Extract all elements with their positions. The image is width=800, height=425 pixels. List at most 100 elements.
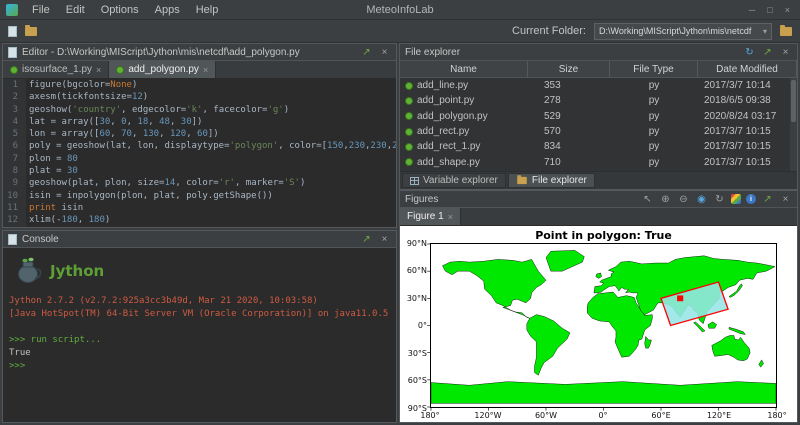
file-name: add_polygon.py [417,110,488,122]
table-row[interactable]: add_rect.py 570 py 2017/3/7 10:15 [400,124,797,139]
zoom-in-icon[interactable]: ⊕ [659,193,672,206]
editor-tab-bar: isosurface_1.py × add_polygon.py × [3,61,396,79]
editor-panel: Editor - D:\Working\MIScript\Jython\mis\… [2,43,397,228]
column-header-datemodified[interactable]: Date Modified [698,61,797,77]
maximize-button[interactable]: □ [767,5,772,15]
tab-close-icon[interactable]: × [96,65,101,75]
menu-apps[interactable]: Apps [147,0,188,20]
console-title: Console [22,233,59,245]
editor-doc-icon [8,46,17,58]
tab-variable-explorer[interactable]: Variable explorer [402,173,506,188]
code-line: 10 isin = inpolygon(plon, plat, poly.getS… [3,190,396,202]
code-line: 11 print isin [3,202,396,214]
chevron-down-icon[interactable]: ▾ [763,27,767,36]
close-panel-icon[interactable]: × [779,46,792,59]
file-name: add_shape.py [417,156,480,168]
float-panel-icon[interactable]: ↗ [360,233,373,246]
python-file-icon [405,158,413,167]
xtick-label: 0° [598,411,608,420]
menu-file[interactable]: File [24,0,58,20]
world-landmasses [430,250,777,404]
new-script-icon[interactable] [8,25,17,37]
menu-edit[interactable]: Edit [58,0,93,20]
plot-title: Point in polygon: True [535,229,672,242]
refresh-icon[interactable]: ↻ [743,46,756,59]
file-name: add_point.py [417,95,475,107]
file-type: py [648,141,660,153]
file-name: add_rect_1.py [417,141,481,153]
console-output[interactable]: Jython Jython 2.7.2 (v2.7.2:925a3cc3b49d… [3,248,396,378]
column-header-size[interactable]: Size [528,61,610,77]
xtick-label: 120°E [706,411,732,420]
tab-add-polygon[interactable]: add_polygon.py × [109,61,217,78]
console-line: True [9,348,31,358]
file-explorer-titlebar: File explorer ↻ ↗ × [400,44,797,61]
close-panel-icon[interactable]: × [378,46,391,59]
file-name: add_rect.py [417,126,470,138]
table-row[interactable]: add_polygon.py 529 py 2020/8/24 03:17 [400,109,797,124]
rotate-icon[interactable]: ↻ [713,193,726,206]
code-line: 7 plon = 80 [3,153,396,165]
menu-help[interactable]: Help [188,0,227,20]
code-line: 5 lon = array([60, 70, 130, 120, 60]) [3,128,396,140]
xtick-label: 180° [420,411,440,420]
table-row[interactable]: add_shape.py 710 py 2017/3/7 10:15 [400,154,797,169]
ytick-label: 0° [417,321,427,330]
float-panel-icon[interactable]: ↗ [761,193,774,206]
figures-title: Figures [405,193,439,205]
menu-options[interactable]: Options [93,0,147,20]
float-panel-icon[interactable]: ↗ [761,46,774,59]
tab-close-icon[interactable]: × [203,65,208,75]
console-prompt[interactable]: >>> [9,360,390,373]
full-extent-icon[interactable]: ◉ [695,193,708,206]
current-folder-path: D:\Working\MIScript\Jython\mis\netcdf [599,26,752,36]
file-table-header: Name Size File Type Date Modified [400,61,797,78]
ytick-label: 60°S [407,376,427,385]
figure-canvas[interactable]: Point in polygon: True 90°N 60°N 30°N 0°… [400,226,797,422]
file-type: py [648,156,660,168]
palette-icon[interactable] [731,194,741,204]
float-panel-icon[interactable]: ↗ [360,46,373,59]
table-row[interactable]: add_line.py 353 py 2017/3/7 10:14 [400,78,797,93]
tab-label: Variable explorer [423,175,498,186]
file-explorer-title: File explorer [405,46,461,58]
zoom-out-icon[interactable]: ⊖ [677,193,690,206]
tab-figure-1[interactable]: Figure 1 × [400,208,461,225]
python-file-icon [405,96,413,105]
line-number: 4 [12,116,18,127]
map-plot[interactable] [427,243,777,411]
python-file-icon [405,142,413,151]
code-editor[interactable]: 1 figure(bgcolor=None) 2 axesm(tickfontsiz… [3,79,396,227]
tab-close-icon[interactable]: × [448,212,453,222]
browse-folder-button[interactable] [780,24,792,36]
code-line: 6 poly = geoshow(lat, lon, displaytype='p… [3,140,396,152]
code-line: 8 plat = 30 [3,165,396,177]
minimize-button[interactable]: ─ [749,5,755,15]
close-panel-icon[interactable]: × [378,233,391,246]
select-cursor-icon[interactable]: ↖ [641,193,654,206]
file-type: py [648,126,660,138]
ytick-label: 30°S [407,349,427,358]
code-line: 2 axesm(tickfontsize=12) [3,91,396,103]
tab-isosurface-1[interactable]: isosurface_1.py × [3,61,110,78]
scrollbar[interactable] [790,78,797,171]
close-button[interactable]: × [785,5,790,15]
jython-logo-icon [18,257,42,283]
file-size: 570 [544,126,561,138]
folder-icon [517,175,527,185]
tab-file-explorer[interactable]: File explorer [507,173,595,188]
file-size: 529 [544,110,561,122]
column-header-name[interactable]: Name [400,61,528,77]
table-row[interactable]: add_rect_1.py 834 py 2017/3/7 10:15 [400,139,797,154]
column-header-filetype[interactable]: File Type [610,61,698,77]
open-file-icon[interactable] [25,24,37,36]
close-panel-icon[interactable]: × [779,193,792,206]
scrollbar-thumb[interactable] [791,80,796,122]
table-row[interactable]: add_point.py 278 py 2018/6/5 09:38 [400,93,797,108]
line-number: 1 [12,80,18,90]
current-folder-combobox[interactable]: D:\Working\MIScript\Jython\mis\netcdf ▾ [594,22,772,40]
line-number: 5 [12,129,18,140]
line-number: 11 [7,202,18,213]
info-icon[interactable]: i [746,194,756,204]
ytick-label: 30°N [406,294,427,303]
